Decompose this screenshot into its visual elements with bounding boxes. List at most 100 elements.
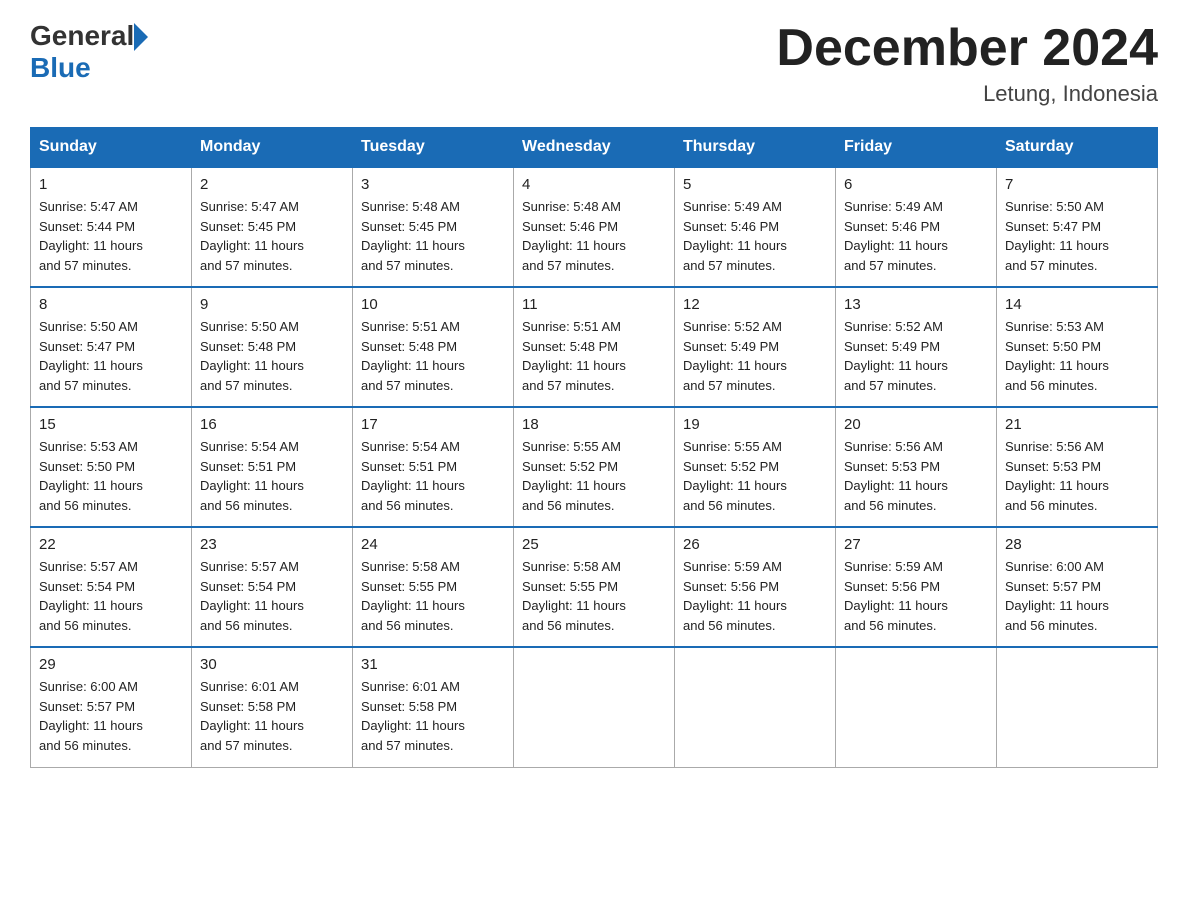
calendar-cell: 14 Sunrise: 5:53 AMSunset: 5:50 PMDayligh… (997, 287, 1158, 407)
calendar-week-row: 15 Sunrise: 5:53 AMSunset: 5:50 PMDayligh… (31, 407, 1158, 527)
day-info: Sunrise: 5:49 AMSunset: 5:46 PMDaylight:… (844, 197, 988, 275)
day-number: 27 (844, 536, 988, 553)
calendar-cell: 13 Sunrise: 5:52 AMSunset: 5:49 PMDayligh… (836, 287, 997, 407)
day-number: 10 (361, 296, 505, 313)
month-title: December 2024 (776, 20, 1158, 77)
calendar-week-row: 8 Sunrise: 5:50 AMSunset: 5:47 PMDaylight… (31, 287, 1158, 407)
calendar-week-row: 22 Sunrise: 5:57 AMSunset: 5:54 PMDayligh… (31, 527, 1158, 647)
logo-general: General (30, 20, 134, 52)
day-number: 24 (361, 536, 505, 553)
calendar-cell: 5 Sunrise: 5:49 AMSunset: 5:46 PMDaylight… (675, 167, 836, 287)
day-number: 25 (522, 536, 666, 553)
day-number: 6 (844, 176, 988, 193)
day-number: 2 (200, 176, 344, 193)
calendar-cell: 24 Sunrise: 5:58 AMSunset: 5:55 PMDayligh… (353, 527, 514, 647)
weekday-header-tuesday: Tuesday (353, 128, 514, 168)
calendar-cell: 29 Sunrise: 6:00 AMSunset: 5:57 PMDayligh… (31, 647, 192, 767)
day-number: 21 (1005, 416, 1149, 433)
day-number: 31 (361, 656, 505, 673)
day-info: Sunrise: 6:01 AMSunset: 5:58 PMDaylight:… (200, 677, 344, 755)
day-info: Sunrise: 5:58 AMSunset: 5:55 PMDaylight:… (522, 557, 666, 635)
day-info: Sunrise: 6:00 AMSunset: 5:57 PMDaylight:… (1005, 557, 1149, 635)
logo: General Blue (30, 20, 148, 84)
calendar-cell: 12 Sunrise: 5:52 AMSunset: 5:49 PMDayligh… (675, 287, 836, 407)
title-block: December 2024 Letung, Indonesia (776, 20, 1158, 107)
calendar-cell: 15 Sunrise: 5:53 AMSunset: 5:50 PMDayligh… (31, 407, 192, 527)
day-info: Sunrise: 5:55 AMSunset: 5:52 PMDaylight:… (522, 437, 666, 515)
logo-blue: Blue (30, 52, 148, 84)
day-info: Sunrise: 5:50 AMSunset: 5:48 PMDaylight:… (200, 317, 344, 395)
calendar-cell: 20 Sunrise: 5:56 AMSunset: 5:53 PMDayligh… (836, 407, 997, 527)
weekday-header-wednesday: Wednesday (514, 128, 675, 168)
page-header: General Blue December 2024 Letung, Indon… (30, 20, 1158, 107)
weekday-header-saturday: Saturday (997, 128, 1158, 168)
day-info: Sunrise: 5:52 AMSunset: 5:49 PMDaylight:… (683, 317, 827, 395)
day-number: 29 (39, 656, 183, 673)
calendar-cell: 4 Sunrise: 5:48 AMSunset: 5:46 PMDaylight… (514, 167, 675, 287)
day-number: 4 (522, 176, 666, 193)
day-info: Sunrise: 5:54 AMSunset: 5:51 PMDaylight:… (361, 437, 505, 515)
day-number: 5 (683, 176, 827, 193)
day-number: 11 (522, 296, 666, 313)
weekday-header-monday: Monday (192, 128, 353, 168)
calendar-cell (997, 647, 1158, 767)
calendar-cell: 22 Sunrise: 5:57 AMSunset: 5:54 PMDayligh… (31, 527, 192, 647)
day-info: Sunrise: 5:51 AMSunset: 5:48 PMDaylight:… (361, 317, 505, 395)
calendar-week-row: 29 Sunrise: 6:00 AMSunset: 5:57 PMDayligh… (31, 647, 1158, 767)
day-number: 20 (844, 416, 988, 433)
day-number: 8 (39, 296, 183, 313)
day-info: Sunrise: 5:48 AMSunset: 5:45 PMDaylight:… (361, 197, 505, 275)
calendar-cell: 2 Sunrise: 5:47 AMSunset: 5:45 PMDaylight… (192, 167, 353, 287)
day-number: 14 (1005, 296, 1149, 313)
calendar-cell: 9 Sunrise: 5:50 AMSunset: 5:48 PMDaylight… (192, 287, 353, 407)
day-number: 26 (683, 536, 827, 553)
day-info: Sunrise: 5:48 AMSunset: 5:46 PMDaylight:… (522, 197, 666, 275)
location-subtitle: Letung, Indonesia (776, 81, 1158, 107)
day-info: Sunrise: 5:47 AMSunset: 5:45 PMDaylight:… (200, 197, 344, 275)
day-number: 18 (522, 416, 666, 433)
day-number: 28 (1005, 536, 1149, 553)
calendar-cell: 8 Sunrise: 5:50 AMSunset: 5:47 PMDaylight… (31, 287, 192, 407)
day-info: Sunrise: 5:57 AMSunset: 5:54 PMDaylight:… (39, 557, 183, 635)
day-number: 30 (200, 656, 344, 673)
day-info: Sunrise: 5:59 AMSunset: 5:56 PMDaylight:… (844, 557, 988, 635)
weekday-header-friday: Friday (836, 128, 997, 168)
calendar-cell: 26 Sunrise: 5:59 AMSunset: 5:56 PMDayligh… (675, 527, 836, 647)
calendar-cell: 3Sunrise: 5:48 AMSunset: 5:45 PMDaylight… (353, 167, 514, 287)
day-info: Sunrise: 5:47 AMSunset: 5:44 PMDaylight:… (39, 197, 183, 275)
day-info: Sunrise: 5:50 AMSunset: 5:47 PMDaylight:… (39, 317, 183, 395)
calendar-cell: 17 Sunrise: 5:54 AMSunset: 5:51 PMDayligh… (353, 407, 514, 527)
day-info: Sunrise: 5:52 AMSunset: 5:49 PMDaylight:… (844, 317, 988, 395)
day-number: 9 (200, 296, 344, 313)
calendar-cell: 31Sunrise: 6:01 AMSunset: 5:58 PMDayligh… (353, 647, 514, 767)
day-info: Sunrise: 5:54 AMSunset: 5:51 PMDaylight:… (200, 437, 344, 515)
day-number: 15 (39, 416, 183, 433)
calendar-cell: 21 Sunrise: 5:56 AMSunset: 5:53 PMDayligh… (997, 407, 1158, 527)
day-info: Sunrise: 5:56 AMSunset: 5:53 PMDaylight:… (1005, 437, 1149, 515)
day-info: Sunrise: 5:53 AMSunset: 5:50 PMDaylight:… (1005, 317, 1149, 395)
calendar-cell: 16Sunrise: 5:54 AMSunset: 5:51 PMDayligh… (192, 407, 353, 527)
day-number: 7 (1005, 176, 1149, 193)
day-info: Sunrise: 5:58 AMSunset: 5:55 PMDaylight:… (361, 557, 505, 635)
calendar-cell: 23 Sunrise: 5:57 AMSunset: 5:54 PMDayligh… (192, 527, 353, 647)
calendar-cell: 28 Sunrise: 6:00 AMSunset: 5:57 PMDayligh… (997, 527, 1158, 647)
calendar-cell (675, 647, 836, 767)
weekday-header-thursday: Thursday (675, 128, 836, 168)
day-info: Sunrise: 5:55 AMSunset: 5:52 PMDaylight:… (683, 437, 827, 515)
day-info: Sunrise: 5:49 AMSunset: 5:46 PMDaylight:… (683, 197, 827, 275)
weekday-header-sunday: Sunday (31, 128, 192, 168)
day-info: Sunrise: 5:53 AMSunset: 5:50 PMDaylight:… (39, 437, 183, 515)
day-info: Sunrise: 5:56 AMSunset: 5:53 PMDaylight:… (844, 437, 988, 515)
day-number: 12 (683, 296, 827, 313)
calendar-cell: 11Sunrise: 5:51 AMSunset: 5:48 PMDayligh… (514, 287, 675, 407)
day-info: Sunrise: 6:00 AMSunset: 5:57 PMDaylight:… (39, 677, 183, 755)
day-number: 17 (361, 416, 505, 433)
calendar-cell: 18 Sunrise: 5:55 AMSunset: 5:52 PMDayligh… (514, 407, 675, 527)
calendar-week-row: 1Sunrise: 5:47 AMSunset: 5:44 PMDaylight… (31, 167, 1158, 287)
day-number: 23 (200, 536, 344, 553)
day-number: 13 (844, 296, 988, 313)
day-number: 22 (39, 536, 183, 553)
day-info: Sunrise: 5:59 AMSunset: 5:56 PMDaylight:… (683, 557, 827, 635)
calendar-cell: 25 Sunrise: 5:58 AMSunset: 5:55 PMDayligh… (514, 527, 675, 647)
day-info: Sunrise: 5:57 AMSunset: 5:54 PMDaylight:… (200, 557, 344, 635)
